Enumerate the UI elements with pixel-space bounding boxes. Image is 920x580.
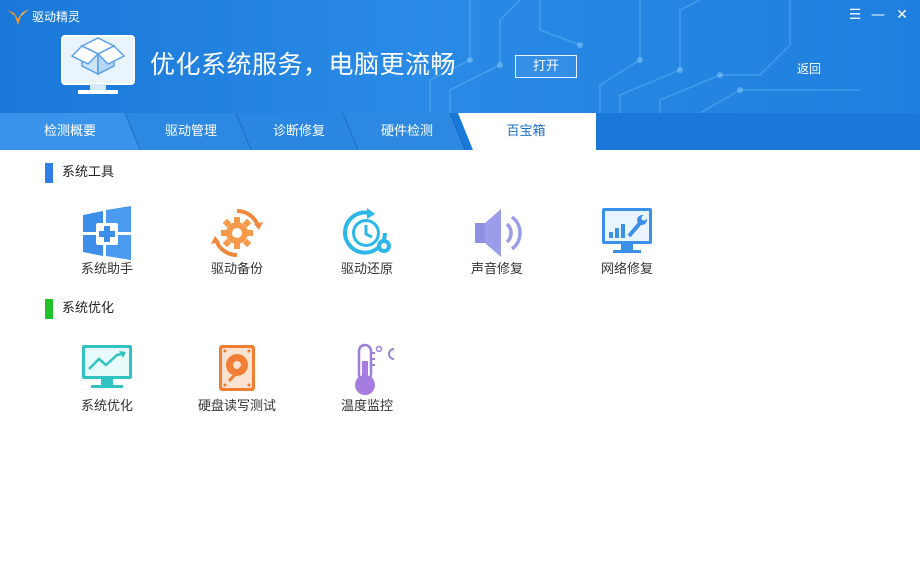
close-icon[interactable]: ✕ <box>893 6 911 24</box>
tool-label: 驱动还原 <box>340 262 393 277</box>
monitor-wrench-icon <box>602 208 652 253</box>
clock-restore-icon <box>343 208 391 255</box>
tool-network-repair[interactable]: 网络修复 <box>572 206 682 286</box>
minimize-icon[interactable]: — <box>869 6 887 24</box>
thermometer-icon <box>355 343 395 395</box>
tool-label: 网络修复 <box>600 262 653 277</box>
tool-label: 温度监控 <box>340 399 393 414</box>
section-title: 系统工具 <box>62 165 115 180</box>
tab-toolbox[interactable]: 百宝箱 <box>476 122 576 142</box>
tool-label: 硬盘读写测试 <box>197 399 276 414</box>
banner-headline: 优化系统服务，电脑更流畅 <box>150 50 457 79</box>
tool-label: 系统优化 <box>80 399 133 414</box>
gear-refresh-icon <box>211 208 263 258</box>
tool-driver-restore[interactable]: 驱动还原 <box>312 206 422 286</box>
section-accent-bar <box>45 299 53 319</box>
monitor-chart-icon <box>82 345 132 388</box>
app-title: 驱动精灵 <box>32 10 81 24</box>
tool-system-assistant[interactable]: 系统助手 <box>52 206 162 286</box>
tool-label: 系统助手 <box>80 262 133 277</box>
tab-shapes <box>0 113 596 150</box>
back-link[interactable]: 返回 <box>797 61 821 77</box>
toolbox-monitor-icon <box>61 35 135 94</box>
circuit-pattern <box>429 0 860 113</box>
hard-disk-icon <box>219 345 255 391</box>
tab-hardware-detect[interactable]: 硬件检测 <box>356 122 458 142</box>
tool-system-optimize[interactable]: 系统优化 <box>52 343 162 423</box>
tab-overview[interactable]: 检测概要 <box>20 122 120 142</box>
speaker-icon <box>475 209 522 257</box>
tool-label: 声音修复 <box>470 262 523 277</box>
tab-diagnose-repair[interactable]: 诊断修复 <box>248 122 350 142</box>
tool-driver-backup[interactable]: 驱动备份 <box>182 206 292 286</box>
tool-label: 驱动备份 <box>210 262 263 277</box>
windows-plus-icon <box>83 206 131 260</box>
section-title: 系统优化 <box>62 301 115 316</box>
tab-driver-management[interactable]: 驱动管理 <box>140 122 242 142</box>
tool-sound-repair[interactable]: 声音修复 <box>442 206 552 286</box>
header-banner: 驱动精灵 ☰ — ✕ 优化系统服务，电脑更流畅 打开 返回 <box>0 0 920 113</box>
tab-bar: 检测概要 驱动管理 诊断修复 硬件检测 百宝箱 <box>0 113 920 150</box>
tool-disk-rw-test[interactable]: 硬盘读写测试 <box>182 343 292 423</box>
menu-icon[interactable]: ☰ <box>846 6 864 24</box>
open-button[interactable]: 打开 <box>515 55 577 78</box>
app-logo-icon <box>7 9 29 25</box>
tool-temperature-monitor[interactable]: 温度监控 <box>312 343 422 423</box>
section-accent-bar <box>45 163 53 183</box>
